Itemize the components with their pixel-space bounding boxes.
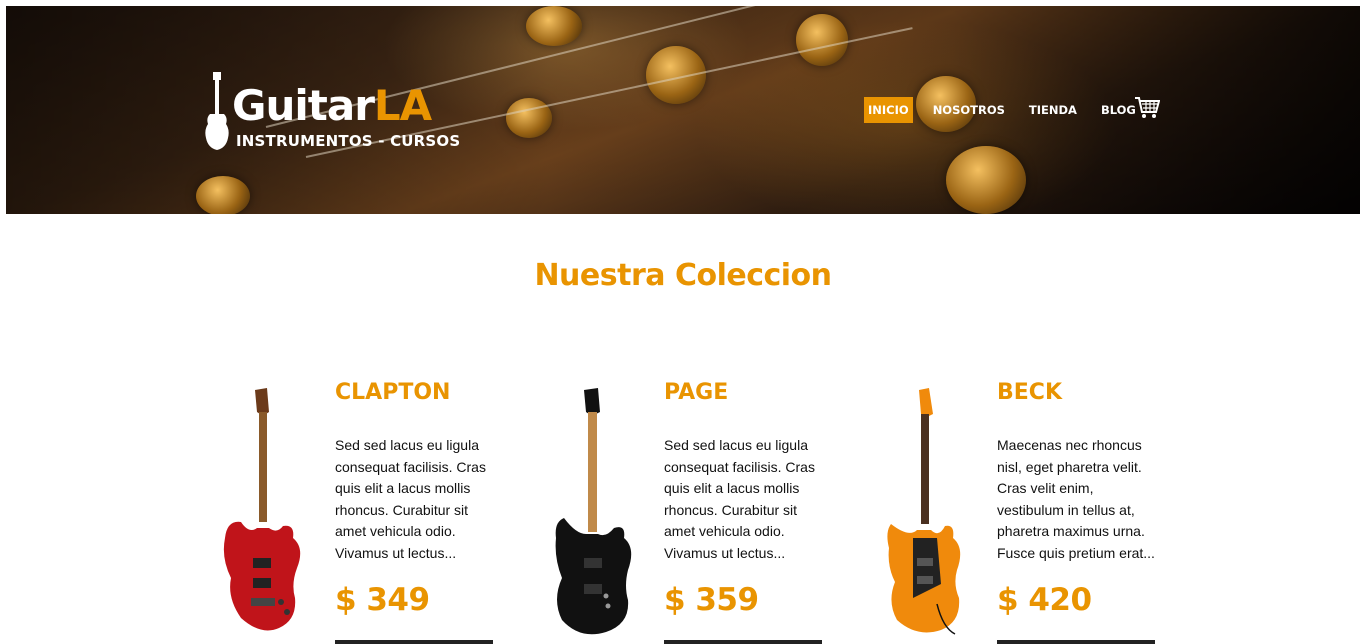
logo-wordmark: GuitarLA [232,81,432,130]
guitar-image[interactable] [883,388,973,636]
site-logo[interactable]: GuitarLA INSTRUMENTOS - CURSOS [202,72,460,154]
product-name: PAGE [664,380,729,405]
tuning-peg [526,6,582,46]
nav-item-tienda[interactable]: TIENDA [1025,97,1081,123]
product-description: Sed sed lacus eu ligula consequat facili… [664,437,815,561]
add-to-cart-button[interactable] [335,640,493,644]
guitar-logo-icon [205,72,229,150]
tuning-peg [196,176,250,214]
product-price: $ 359 [664,582,759,618]
main-nav: INICIO NOSOTROS TIENDA BLOG [864,96,1156,124]
product-card: BECK Maecenas nec rhoncus nisl, eget pha… [883,380,1203,644]
guitar-image[interactable] [550,388,640,636]
add-to-cart-button[interactable] [997,640,1155,644]
logo-tagline: INSTRUMENTOS - CURSOS [236,132,461,150]
product-name: CLAPTON [335,380,451,405]
product-card: CLAPTON Sed sed lacus eu ligula consequa… [221,380,541,644]
product-description: Sed sed lacus eu ligula consequat facili… [335,437,486,561]
tuning-peg [646,46,706,104]
section-title: Nuestra Coleccion [534,258,832,293]
tuning-peg [946,146,1026,214]
product-description: Maecenas nec rhoncus nisl, eget pharetra… [997,437,1155,561]
add-to-cart-button[interactable] [664,640,822,644]
tuning-peg [796,14,848,66]
product-name: BECK [997,380,1062,405]
product-card: PAGE Sed sed lacus eu ligula consequat f… [550,380,870,644]
guitar-image[interactable] [221,388,311,636]
product-price: $ 349 [335,582,430,618]
nav-item-nosotros[interactable]: NOSOTROS [929,97,1009,123]
cart-icon[interactable] [1134,96,1160,120]
product-price: $ 420 [997,582,1092,618]
site-header: GuitarLA INSTRUMENTOS - CURSOS INICIO NO… [6,6,1360,214]
nav-item-inicio[interactable]: INICIO [864,97,913,123]
